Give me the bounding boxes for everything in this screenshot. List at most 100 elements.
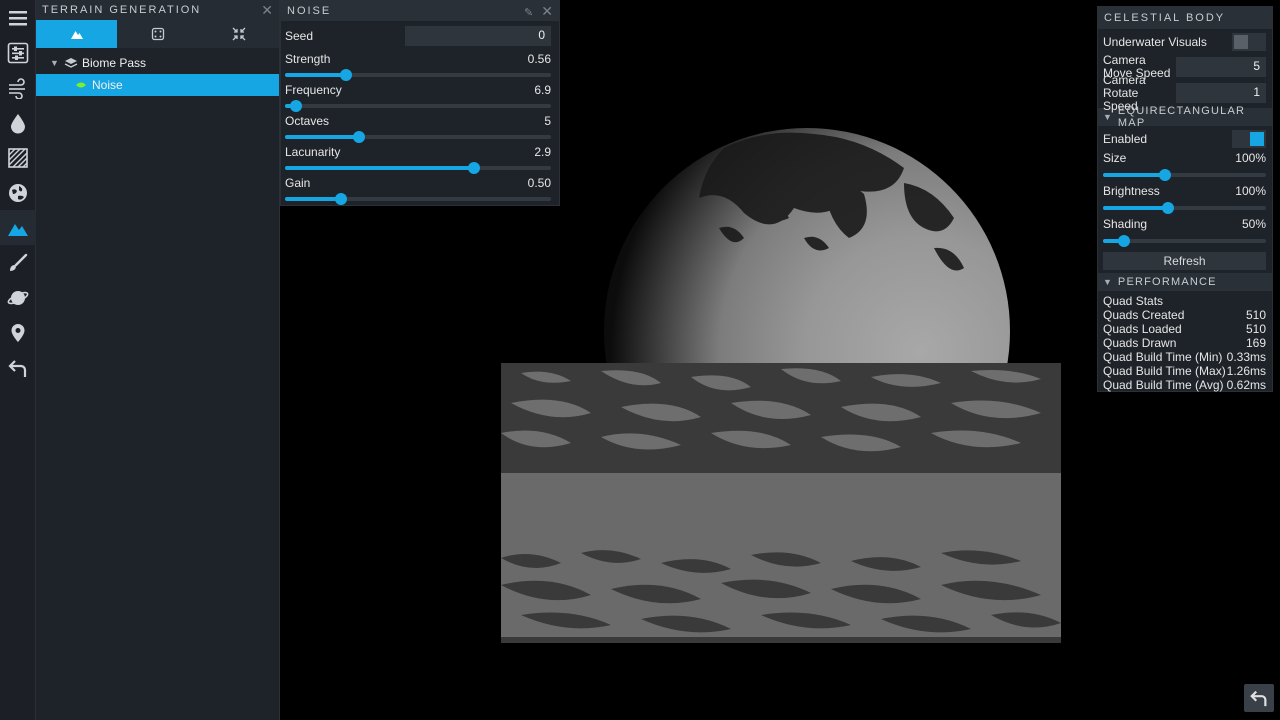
undo-icon (1250, 690, 1267, 707)
terrain-button[interactable] (0, 210, 36, 245)
equirectangular-map[interactable] (501, 363, 1061, 643)
stat-value: 510 (1245, 322, 1266, 336)
undo-button[interactable] (0, 350, 36, 385)
stat-value: 0.62ms (1226, 378, 1266, 392)
noise-header: NOISE ✎ ✕ (281, 1, 559, 21)
slider-knob[interactable] (1158, 169, 1171, 181)
equirect-slider-label: Size (1103, 151, 1127, 165)
tree-item-label: Biome Pass (82, 56, 147, 70)
noise-param-slider[interactable] (285, 98, 551, 113)
planet-button[interactable] (0, 280, 36, 315)
noise-param-label: Octaves (285, 114, 330, 128)
slider-knob[interactable] (1162, 202, 1175, 214)
noise-param-row: Gain 0.50 (281, 175, 559, 191)
noise-title: NOISE (287, 5, 332, 17)
stat-value: 510 (1245, 308, 1266, 322)
expand-arrow-icon[interactable]: ▼ (50, 58, 64, 68)
equirect-slider-row: Shading 50% (1098, 215, 1272, 233)
noise-param-slider[interactable] (285, 67, 551, 82)
underwater-visuals-toggle[interactable] (1232, 33, 1266, 51)
slider-knob[interactable] (289, 100, 302, 112)
close-icon[interactable]: ✕ (261, 2, 273, 19)
equirect-slider-value: 50% (1241, 217, 1266, 231)
slider-knob[interactable] (340, 69, 353, 81)
tab-random[interactable] (117, 20, 198, 48)
menu-button[interactable] (0, 0, 36, 35)
noise-param-row: Strength 0.56 (281, 51, 559, 67)
noise-param-slider[interactable] (285, 129, 551, 144)
noise-param-value: 5 (544, 114, 551, 128)
tree-item-biome-pass[interactable]: ▼ Biome Pass (36, 52, 279, 74)
equirectangular-map-title: EQUIRECTANGULAR MAP (1117, 105, 1246, 129)
noise-panel: NOISE ✎ ✕ Seed 0 Strength 0.56 Frequency 6.9… (280, 0, 560, 206)
equirect-slider[interactable] (1103, 233, 1266, 248)
tab-collapse[interactable] (198, 20, 279, 48)
celestial-body-header: CELESTIAL BODY (1098, 7, 1272, 29)
underwater-visuals-label: Underwater Visuals (1103, 35, 1207, 49)
enabled-toggle[interactable] (1232, 130, 1266, 148)
performance-section[interactable]: ▼ PERFORMANCE (1098, 273, 1272, 291)
biome-button[interactable] (0, 175, 36, 210)
terrain-generation-tabs (36, 20, 279, 48)
camera-rotate-label: Camera (1103, 72, 1146, 87)
location-pin-icon (11, 323, 25, 342)
stat-label: Quads Drawn (1103, 336, 1177, 350)
stat-label: Quad Build Time (Max) (1103, 364, 1226, 378)
noise-param-row: Lacunarity 2.9 (281, 144, 559, 160)
slider-fill (285, 166, 474, 170)
noise-param-slider[interactable] (285, 160, 551, 175)
stat-label: Quads Loaded (1103, 322, 1182, 336)
location-button[interactable] (0, 315, 36, 350)
enabled-label: Enabled (1103, 132, 1148, 146)
equirect-slider-label: Shading (1103, 217, 1148, 231)
back-button[interactable] (1244, 684, 1274, 712)
camera-move-speed-input[interactable]: 5 (1176, 57, 1266, 77)
slider-knob[interactable] (467, 162, 480, 174)
terrain-generation-header: TERRAIN GENERATION ✕ (36, 0, 279, 20)
tool-rail (0, 0, 36, 720)
slider-track (285, 104, 551, 108)
refresh-button[interactable]: Refresh (1103, 252, 1266, 270)
slider-fill (1103, 206, 1169, 210)
noise-param-label: Strength (285, 52, 331, 66)
seed-input[interactable]: 0 (405, 26, 551, 46)
slider-fill (285, 135, 360, 139)
slider-knob[interactable] (334, 193, 347, 205)
undo-icon (8, 359, 27, 377)
noise-param-value: 0.50 (527, 176, 551, 190)
equirectangular-map-section[interactable]: ▼ EQUIRECTANGULAR MAP (1098, 105, 1272, 129)
tab-terrain[interactable] (36, 20, 117, 48)
performance-stat-row: Quad Build Time (Avg) 0.62ms (1098, 378, 1272, 392)
tree-item-label: Noise (92, 78, 123, 92)
performance-stat-row: Quads Created 510 (1098, 308, 1272, 322)
equirect-slider[interactable] (1103, 167, 1266, 182)
equirect-slider-row: Brightness 100% (1098, 182, 1272, 200)
texture-button[interactable] (0, 140, 36, 175)
close-icon[interactable]: ✕ (541, 3, 553, 19)
water-button[interactable] (0, 105, 36, 140)
collapse-arrow-icon: ▼ (1103, 277, 1112, 287)
equirect-slider-label: Brightness (1103, 184, 1160, 198)
stat-value: 1.26ms (1226, 364, 1266, 378)
tree-item-noise[interactable]: Noise (36, 74, 279, 96)
noise-param-slider[interactable] (285, 191, 551, 206)
camera-rotate-speed-input[interactable]: 1 (1176, 83, 1266, 103)
slider-fill (285, 73, 347, 77)
celestial-body-title: CELESTIAL BODY (1104, 12, 1226, 24)
performance-stat-row: Quad Build Time (Max) 1.26ms (1098, 364, 1272, 378)
eye-icon (76, 82, 86, 88)
pin-icon[interactable]: ✎ (524, 7, 533, 19)
seed-label: Seed (285, 29, 314, 43)
terrain-generation-title: TERRAIN GENERATION (42, 4, 202, 16)
dice-icon (151, 27, 164, 41)
performance-stat-row: Quads Loaded 510 (1098, 322, 1272, 336)
planet-icon (7, 290, 29, 305)
atmosphere-button[interactable] (0, 70, 36, 105)
equirect-slider[interactable] (1103, 200, 1266, 215)
paint-button[interactable] (0, 245, 36, 280)
layers-icon (64, 58, 78, 68)
sliders-icon (7, 42, 29, 63)
slider-knob[interactable] (1118, 235, 1131, 247)
settings-sliders-button[interactable] (0, 35, 36, 70)
slider-knob[interactable] (353, 131, 366, 143)
